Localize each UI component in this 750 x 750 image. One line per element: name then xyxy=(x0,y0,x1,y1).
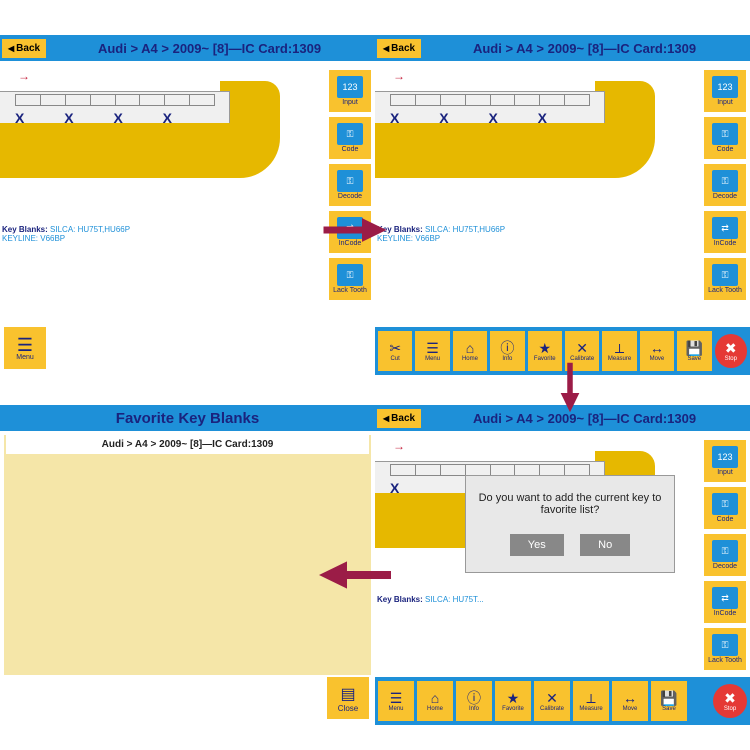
input-button[interactable]: 123Input xyxy=(329,70,371,112)
decode-button[interactable]: ⚿Decode xyxy=(704,164,746,206)
decode-button[interactable]: ⚿Decode xyxy=(329,164,371,206)
incode-button[interactable]: ⇄InCode xyxy=(704,211,746,253)
menu-button[interactable]: ☰Menu xyxy=(378,681,414,721)
key-diagram: → X X X X X X X X xyxy=(375,69,750,199)
input-button[interactable]: 123Input xyxy=(704,70,746,112)
list-item[interactable]: Audi > A4 > 2009~ [8]—IC Card:1309 xyxy=(6,435,369,454)
calibrate-button[interactable]: ✕Calibrate xyxy=(534,681,570,721)
close-button[interactable]: ▤Close xyxy=(327,677,369,719)
page-title: Favorite Key Blanks xyxy=(2,410,373,427)
home-button[interactable]: ⌂Home xyxy=(417,681,453,721)
key-blanks-info: Key Blanks: SILCA: HU75T,HU66P KEYLINE: … xyxy=(377,225,505,243)
key-blanks-info: Key Blanks: SILCA: HU75T,HU66P KEYLINE: … xyxy=(2,225,130,243)
header: Favorite Key Blanks xyxy=(0,405,375,431)
lack-tooth-button[interactable]: ⚿Lack Tooth xyxy=(329,258,371,300)
dialog-message: Do you want to add the current key to fa… xyxy=(476,492,664,516)
toolbar: ☰Menu ⌂Home ⓘInfo ★Favorite ✕Calibrate ⟂… xyxy=(375,677,750,725)
save-button[interactable]: 💾Save xyxy=(651,681,687,721)
measure-button[interactable]: ⟂Measure xyxy=(602,331,636,371)
cut-button[interactable]: ✂Cut xyxy=(378,331,412,371)
key-diagram: → X X X X X X X X xyxy=(0,69,375,199)
move-button[interactable]: ↔Move xyxy=(640,331,674,371)
back-button[interactable]: Back xyxy=(377,39,421,58)
header: Back Audi > A4 > 2009~ [8]—IC Card:1309 xyxy=(375,35,750,61)
back-button[interactable]: Back xyxy=(377,409,421,428)
flow-arrow-icon xyxy=(320,210,390,255)
measure-button[interactable]: ⟂Measure xyxy=(573,681,609,721)
code-button[interactable]: ⚿Code xyxy=(704,487,746,529)
breadcrumb: Audi > A4 > 2009~ [8]—IC Card:1309 xyxy=(421,41,748,56)
stop-button[interactable]: ✖Stop xyxy=(715,334,747,368)
stop-button[interactable]: ✖Stop xyxy=(713,684,747,718)
info-button[interactable]: ⓘInfo xyxy=(456,681,492,721)
incode-button[interactable]: ⇄InCode xyxy=(704,581,746,623)
input-button[interactable]: 123Input xyxy=(704,440,746,482)
header: Back Audi > A4 > 2009~ [8]—IC Card:1309 xyxy=(0,35,375,61)
confirm-dialog: Do you want to add the current key to fa… xyxy=(465,475,675,573)
flow-arrow-icon xyxy=(310,555,400,600)
decode-button[interactable]: ⚿Decode xyxy=(704,534,746,576)
lack-tooth-button[interactable]: ⚿Lack Tooth xyxy=(704,628,746,670)
menu-button[interactable]: ☰Menu xyxy=(4,327,46,369)
no-button[interactable]: No xyxy=(580,534,630,556)
code-button[interactable]: ⚿Code xyxy=(329,117,371,159)
info-button[interactable]: ⓘInfo xyxy=(490,331,524,371)
breadcrumb: Audi > A4 > 2009~ [8]—IC Card:1309 xyxy=(46,41,373,56)
lack-tooth-button[interactable]: ⚿Lack Tooth xyxy=(704,258,746,300)
home-button[interactable]: ⌂Home xyxy=(453,331,487,371)
move-button[interactable]: ↔Move xyxy=(612,681,648,721)
menu-button[interactable]: ☰Menu xyxy=(415,331,449,371)
code-button[interactable]: ⚿Code xyxy=(704,117,746,159)
back-button[interactable]: Back xyxy=(2,39,46,58)
yes-button[interactable]: Yes xyxy=(510,534,564,556)
save-button[interactable]: 💾Save xyxy=(677,331,711,371)
favorite-button[interactable]: ★Favorite xyxy=(495,681,531,721)
flow-arrow-icon xyxy=(545,360,590,415)
